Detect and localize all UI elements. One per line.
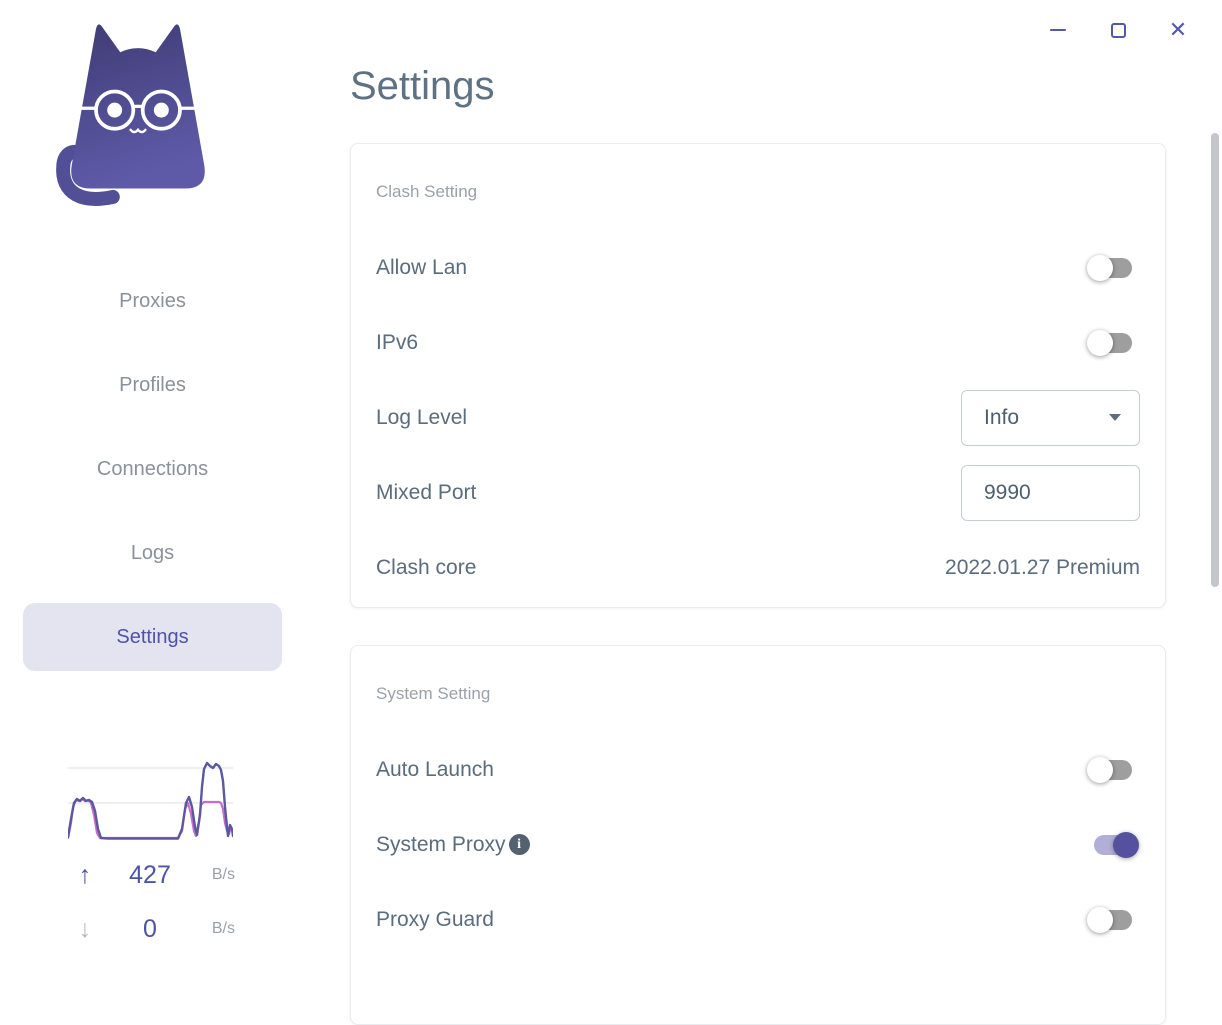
allow-lan-toggle[interactable] xyxy=(1087,254,1132,281)
clash-core-label: Clash core xyxy=(376,555,477,579)
auto-launch-row: Auto Launch xyxy=(376,732,1140,807)
system-setting-card: System Setting Auto Launch System Proxy … xyxy=(350,645,1166,1025)
system-proxy-row: System Proxy i xyxy=(376,807,1140,882)
ipv6-label: IPv6 xyxy=(376,330,419,354)
download-speed-row: ↓ 0 B/s xyxy=(60,909,235,949)
sidebar-item-logs[interactable]: Logs xyxy=(23,511,282,595)
ipv6-row: IPv6 xyxy=(376,305,1140,380)
clash-core-version: 2022.01.27 Premium xyxy=(945,555,1140,579)
mixed-port-label: Mixed Port xyxy=(376,480,477,504)
toggle-thumb xyxy=(1087,254,1113,281)
traffic-monitor: ↑ 427 B/s ↓ 0 B/s xyxy=(60,757,235,949)
auto-launch-toggle[interactable] xyxy=(1087,756,1132,783)
toggle-thumb xyxy=(1087,756,1113,783)
close-icon: ✕ xyxy=(1168,17,1188,42)
sidebar-item-settings[interactable]: Settings xyxy=(23,603,282,671)
download-arrow-icon: ↓ xyxy=(78,914,92,943)
proxy-guard-row: Proxy Guard xyxy=(376,882,1140,957)
system-proxy-toggle[interactable] xyxy=(1094,831,1139,858)
sparkline-upload-series xyxy=(68,761,233,840)
minimize-icon xyxy=(1050,28,1066,32)
upload-speed-value: 427 xyxy=(129,860,171,889)
log-level-label: Log Level xyxy=(376,405,468,429)
allow-lan-label: Allow Lan xyxy=(376,255,468,279)
proxy-guard-toggle[interactable] xyxy=(1087,906,1132,933)
minimize-button[interactable] xyxy=(1042,14,1074,46)
toggle-thumb xyxy=(1087,329,1113,356)
window-controls: ✕ xyxy=(1042,14,1194,46)
page-title: Settings xyxy=(350,64,495,108)
system-proxy-label-text: System Proxy xyxy=(376,832,506,856)
maximize-button[interactable] xyxy=(1102,14,1134,46)
auto-launch-label: Auto Launch xyxy=(376,757,494,781)
download-speed-unit: B/s xyxy=(211,920,235,937)
close-button[interactable]: ✕ xyxy=(1162,14,1194,46)
download-speed-value: 0 xyxy=(143,914,157,943)
sidebar-nav: Proxies Profiles Connections Logs Settin… xyxy=(23,259,282,679)
settings-page: Settings Clash Setting Allow Lan IPv6 Lo… xyxy=(350,62,1166,1025)
clash-core-row: Clash core 2022.01.27 Premium xyxy=(376,530,1140,605)
system-setting-card-title: System Setting xyxy=(376,684,491,703)
upload-speed-row: ↑ 427 B/s xyxy=(60,855,235,895)
log-level-select[interactable]: Info xyxy=(961,389,1140,446)
log-level-selected-value: Info xyxy=(984,405,1020,429)
mixed-port-row: Mixed Port xyxy=(376,455,1140,530)
allow-lan-row: Allow Lan xyxy=(376,230,1140,305)
log-level-row: Log Level Info xyxy=(376,380,1140,455)
chevron-down-icon xyxy=(1109,414,1121,421)
sidebar-item-proxies[interactable]: Proxies xyxy=(23,259,282,343)
sidebar: Proxies Profiles Connections Logs Settin… xyxy=(0,0,305,956)
mixed-port-input[interactable] xyxy=(961,464,1140,521)
info-icon[interactable]: i xyxy=(508,834,530,855)
system-proxy-label: System Proxy i xyxy=(376,833,530,857)
toggle-thumb xyxy=(1113,831,1139,858)
app-logo-cat-icon xyxy=(56,24,205,206)
sidebar-item-connections[interactable]: Connections xyxy=(23,427,282,511)
toggle-thumb xyxy=(1087,906,1113,933)
proxy-guard-label: Proxy Guard xyxy=(376,907,494,931)
upload-arrow-icon: ↑ xyxy=(78,860,92,889)
traffic-sparkline-chart xyxy=(68,761,233,840)
clash-setting-card: Clash Setting Allow Lan IPv6 Log Level I… xyxy=(350,143,1166,608)
upload-speed-unit: B/s xyxy=(211,866,235,883)
scrollbar-thumb[interactable] xyxy=(1211,133,1219,587)
maximize-icon xyxy=(1110,22,1126,38)
clash-setting-card-title: Clash Setting xyxy=(376,182,478,201)
sidebar-item-profiles[interactable]: Profiles xyxy=(23,343,282,427)
ipv6-toggle[interactable] xyxy=(1087,329,1132,356)
